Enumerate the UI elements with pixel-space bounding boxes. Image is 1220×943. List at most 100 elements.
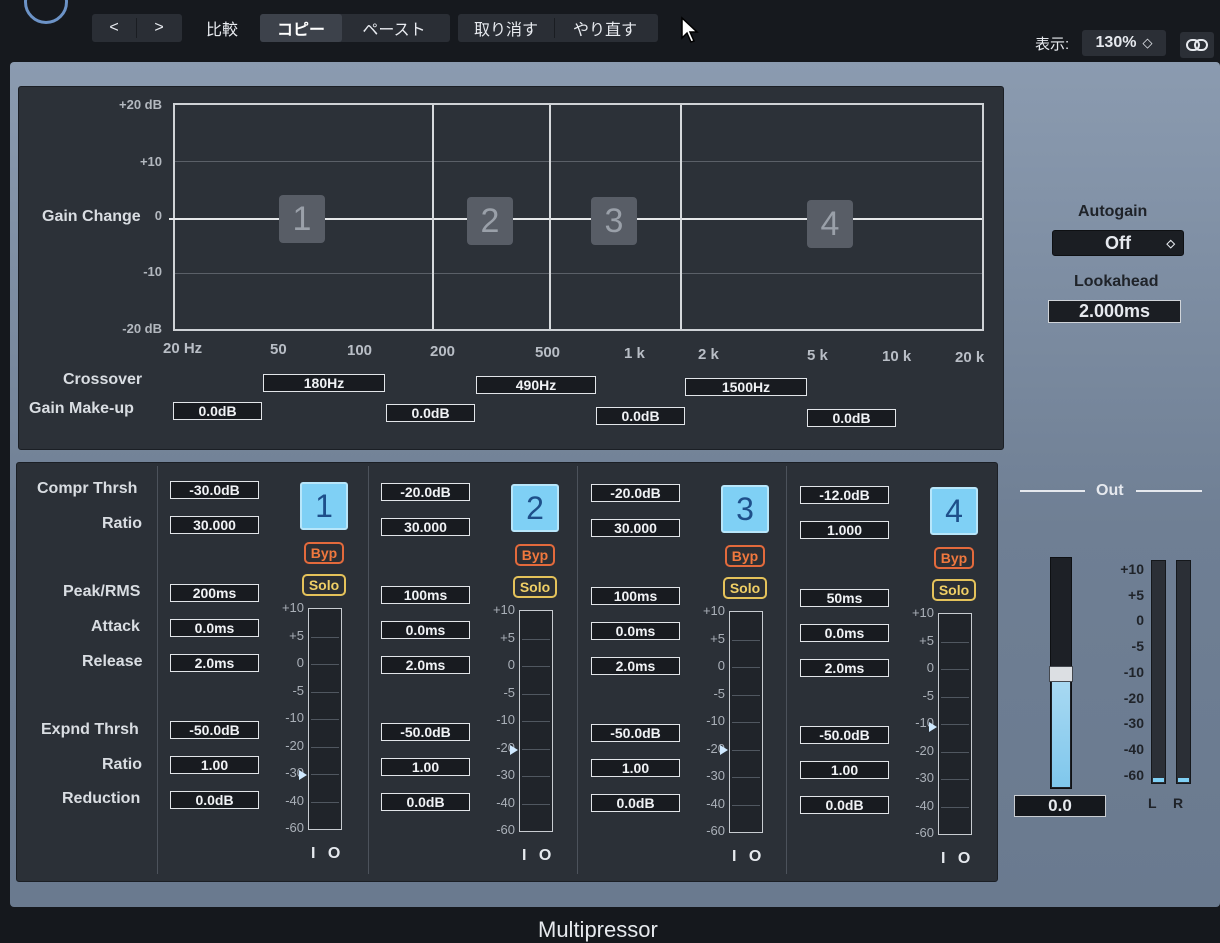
fader-handle[interactable] <box>1049 666 1073 682</box>
x-tick-label: 50 <box>270 341 287 358</box>
meter-scale-label: -60 <box>915 825 934 840</box>
link-icon <box>1186 39 1208 51</box>
crossover-1-field[interactable]: 180Hz <box>263 374 385 392</box>
chevron-updown-icon: ◇ <box>1166 237 1175 250</box>
band-2-bypass-button[interactable]: Byp <box>515 544 555 566</box>
band-4-reduction-field[interactable]: 0.0dB <box>800 796 889 814</box>
band-3-exp_ratio-field[interactable]: 1.00 <box>591 759 680 777</box>
band-1-release-field[interactable]: 2.0ms <box>170 654 259 672</box>
crossover-line-2[interactable] <box>549 105 551 329</box>
output-meter-right <box>1176 560 1191 784</box>
band-1-attack-field[interactable]: 0.0ms <box>170 619 259 637</box>
y-tick-label: +20 dB <box>119 97 162 112</box>
graph-band-1[interactable]: 1 <box>279 195 325 243</box>
output-value-field[interactable]: 0.0 <box>1014 795 1106 817</box>
crossover-2-field[interactable]: 490Hz <box>476 376 596 394</box>
x-tick-label: 500 <box>535 344 561 361</box>
expander-ratio-label: Ratio <box>102 756 142 773</box>
band-1-bypass-button[interactable]: Byp <box>304 542 344 564</box>
band-3-release-field[interactable]: 2.0ms <box>591 657 680 675</box>
copy-button[interactable]: コピー <box>260 14 342 42</box>
band-3-ratio-field[interactable]: 30.000 <box>591 519 680 537</box>
band-2-exp_ratio-field[interactable]: 1.00 <box>381 758 470 776</box>
band-1-solo-button[interactable]: Solo <box>302 574 346 596</box>
meter-scale-label: -60 <box>496 822 515 837</box>
band-4-release-field[interactable]: 2.0ms <box>800 659 889 677</box>
band-1-compr-field[interactable]: -30.0dB <box>170 481 259 499</box>
makeup-band-3-field[interactable]: 0.0dB <box>596 407 685 425</box>
band-2-peak-field[interactable]: 100ms <box>381 586 470 604</box>
band-3-attack-field[interactable]: 0.0ms <box>591 622 680 640</box>
makeup-band-1-field[interactable]: 0.0dB <box>173 402 262 420</box>
band-1-ratio-field[interactable]: 30.000 <box>170 516 259 534</box>
meter-line <box>311 774 339 775</box>
meter-scale-label: -20 <box>915 742 934 758</box>
meter-scale-label: 0 <box>507 657 515 672</box>
band-1-select-button[interactable]: 1 <box>300 482 348 530</box>
band-3-peak-field[interactable]: 100ms <box>591 587 680 605</box>
band-2-compr-field[interactable]: -20.0dB <box>381 483 470 501</box>
zoom-select[interactable]: 130% ◇ <box>1082 30 1166 56</box>
graph-band-2[interactable]: 2 <box>467 197 513 245</box>
band-4-ratio-field[interactable]: 1.000 <box>800 521 889 539</box>
graph-band-3[interactable]: 3 <box>591 197 637 245</box>
crossover-line-1[interactable] <box>432 105 434 329</box>
band-3-bypass-button[interactable]: Byp <box>725 545 765 567</box>
band-2-threshold-indicator[interactable] <box>510 745 518 755</box>
redo-button[interactable]: やり直す <box>555 14 655 42</box>
output-scale-label: -5 <box>1131 638 1144 655</box>
previous-setting-button[interactable]: < <box>92 14 136 42</box>
crossover-line-3[interactable] <box>680 105 682 329</box>
band-2-attack-field[interactable]: 0.0ms <box>381 621 470 639</box>
meter-line <box>311 719 339 720</box>
band-1-expnd-field[interactable]: -50.0dB <box>170 721 259 739</box>
meter-line <box>522 693 550 695</box>
makeup-band-4-field[interactable]: 0.0dB <box>807 409 896 427</box>
band-4-peak-field[interactable]: 50ms <box>800 589 889 607</box>
band-1-exp_ratio-field[interactable]: 1.00 <box>170 756 259 774</box>
lookahead-field[interactable]: 2.000ms <box>1048 300 1181 323</box>
y-tick-label: -10 <box>143 264 162 279</box>
band-2-release-field[interactable]: 2.0ms <box>381 656 470 674</box>
band-3-compr-field[interactable]: -20.0dB <box>591 484 680 502</box>
band-1-reduction-field[interactable]: 0.0dB <box>170 791 259 809</box>
next-setting-button[interactable]: > <box>137 14 181 42</box>
band-4-select-button[interactable]: 4 <box>930 487 978 535</box>
band-3-io-label: I O <box>732 848 766 865</box>
band-2-reduction-field[interactable]: 0.0dB <box>381 793 470 811</box>
band-1-peak-field[interactable]: 200ms <box>170 584 259 602</box>
band-2-ratio-field[interactable]: 30.000 <box>381 518 470 536</box>
makeup-band-2-field[interactable]: 0.0dB <box>386 404 475 422</box>
gain-graph[interactable]: 1 2 3 4 <box>169 103 984 331</box>
paste-button[interactable]: ペースト <box>342 14 446 42</box>
band-4-exp_ratio-field[interactable]: 1.00 <box>800 761 889 779</box>
mouse-cursor-icon <box>681 16 699 43</box>
output-fader[interactable] <box>1049 557 1073 789</box>
band-4-solo-button[interactable]: Solo <box>932 579 976 601</box>
band-2-expnd-field[interactable]: -50.0dB <box>381 723 470 741</box>
band-3-reduction-field[interactable]: 0.0dB <box>591 794 680 812</box>
link-button[interactable] <box>1180 32 1214 58</box>
band-2-solo-button[interactable]: Solo <box>513 576 557 598</box>
band-3-solo-button[interactable]: Solo <box>723 577 767 599</box>
band-3-threshold-indicator[interactable] <box>720 745 728 755</box>
band-4-threshold-indicator[interactable] <box>929 722 937 732</box>
band-1-threshold-indicator[interactable] <box>299 770 307 780</box>
compr-thrsh-label: Compr Thrsh <box>37 480 138 497</box>
autogain-select[interactable]: Off ◇ <box>1052 230 1184 256</box>
band-4-expnd-field[interactable]: -50.0dB <box>800 726 889 744</box>
undo-button[interactable]: 取り消す <box>458 14 554 42</box>
compare-button[interactable]: 比較 <box>198 14 246 42</box>
band-3-expnd-field[interactable]: -50.0dB <box>591 724 680 742</box>
band-4-bypass-button[interactable]: Byp <box>934 547 974 569</box>
band-2-select-button[interactable]: 2 <box>511 484 559 532</box>
band-4-compr-field[interactable]: -12.0dB <box>800 486 889 504</box>
output-scale-label: -60 <box>1123 766 1144 783</box>
band-4-attack-field[interactable]: 0.0ms <box>800 624 889 642</box>
x-tick-label: 100 <box>347 342 373 359</box>
graph-band-4[interactable]: 4 <box>807 200 853 248</box>
band-3-select-button[interactable]: 3 <box>721 485 769 533</box>
meter-scale-label: +10 <box>702 603 725 618</box>
meter-fill <box>1153 778 1164 782</box>
crossover-3-field[interactable]: 1500Hz <box>685 378 807 396</box>
